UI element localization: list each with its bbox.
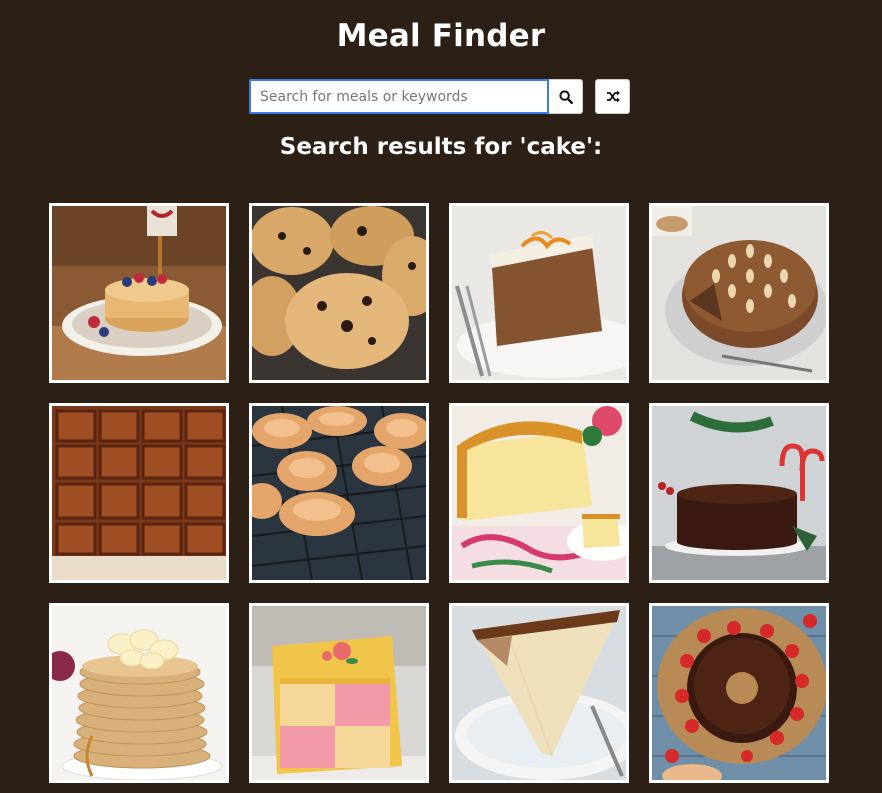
meal-card[interactable] [449,203,629,383]
meal-card[interactable] [249,203,429,383]
meal-card[interactable] [249,403,429,583]
meal-image [52,206,226,380]
meal-card[interactable] [49,603,229,783]
meal-card[interactable] [249,603,429,783]
shuffle-icon [606,90,620,103]
meal-image [252,406,426,580]
meal-image [452,206,626,380]
meal-image [652,406,826,580]
meal-card[interactable] [449,403,629,583]
page-title: Meal Finder [336,18,546,54]
meal-image [252,206,426,380]
meal-card[interactable] [449,603,629,783]
meal-card[interactable] [649,603,829,783]
search-form [249,79,630,114]
meal-card[interactable] [649,403,829,583]
meal-card[interactable] [49,203,229,383]
meal-image [452,406,626,580]
meal-image [252,606,426,780]
results-heading: Search results for 'cake': [279,134,603,160]
meals-grid [49,203,829,783]
meal-finder-page: Meal Finder Search results for 'cake': [0,0,882,793]
meal-image [652,606,826,780]
search-input[interactable] [249,79,549,114]
meal-image [652,206,826,380]
meal-image [52,606,226,780]
random-meal-button[interactable] [595,79,630,114]
search-button[interactable] [549,79,583,114]
meal-card[interactable] [49,403,229,583]
meal-image [52,406,226,580]
search-icon [558,89,573,104]
meal-image [452,606,626,780]
meal-card[interactable] [649,203,829,383]
